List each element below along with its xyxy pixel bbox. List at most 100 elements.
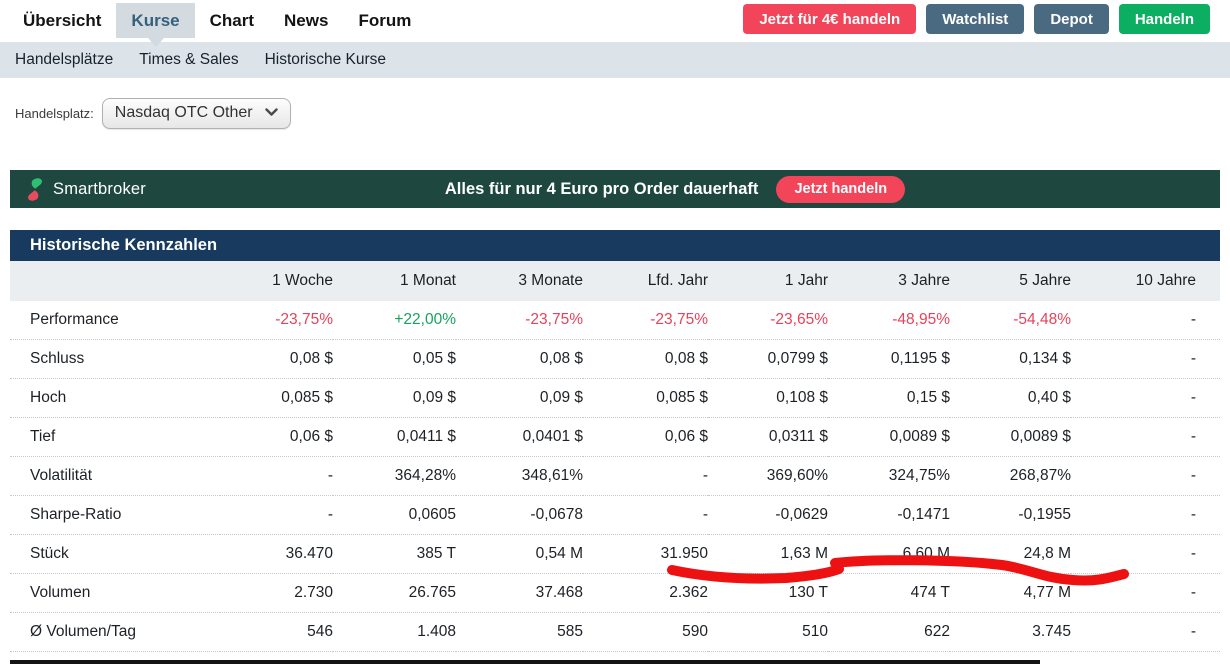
value-cell: 0,06 $	[583, 418, 708, 457]
table-header-row: 1 Woche 1 Monat 3 Monate Lfd. Jahr 1 Jah…	[10, 261, 1220, 301]
value-cell: -	[1071, 301, 1220, 340]
panel-title: Historische Kennzahlen	[10, 230, 1220, 261]
value-cell: -54,48%	[950, 301, 1071, 340]
subnav-item-historische-kurse[interactable]: Historische Kurse	[265, 51, 386, 69]
value-cell: -	[1071, 418, 1220, 457]
value-cell: -23,65%	[708, 301, 828, 340]
table-body: Performance-23,75%+22,00%-23,75%-23,75%-…	[10, 301, 1220, 652]
value-cell: 0,085 $	[583, 379, 708, 418]
tab-kurse[interactable]: Kurse	[116, 3, 194, 38]
row-label: Sharpe-Ratio	[10, 496, 220, 535]
trade-now-button[interactable]: Jetzt für 4€ handeln	[743, 4, 916, 34]
row-label: Volumen	[10, 574, 220, 613]
value-cell: 0,08 $	[220, 340, 333, 379]
banner-cta-button[interactable]: Jetzt handeln	[776, 176, 905, 203]
value-cell: -0,1955	[950, 496, 1071, 535]
tab-uebersicht[interactable]: Übersicht	[8, 3, 116, 38]
value-cell: 37.468	[456, 574, 583, 613]
header-cell: 3 Monate	[456, 261, 583, 301]
banner-message: Alles für nur 4 Euro pro Order dauerhaft	[445, 180, 759, 199]
table-row: Ø Volumen/Tag5461.4085855905106223.745-	[10, 613, 1220, 652]
header-cell: Lfd. Jahr	[583, 261, 708, 301]
value-cell: 3.745	[950, 613, 1071, 652]
value-cell: 474 T	[828, 574, 950, 613]
table-row: Sharpe-Ratio-0,0605-0,0678--0,0629-0,147…	[10, 496, 1220, 535]
value-cell: 0,09 $	[333, 379, 456, 418]
value-cell: 268,87%	[950, 457, 1071, 496]
tab-chart[interactable]: Chart	[195, 3, 269, 38]
value-cell: -48,95%	[828, 301, 950, 340]
header-cell: 5 Jahre	[950, 261, 1071, 301]
row-label: Volatilität	[10, 457, 220, 496]
nav-actions: Jetzt für 4€ handeln Watchlist Depot Han…	[743, 0, 1230, 38]
value-cell: +22,00%	[333, 301, 456, 340]
value-cell: 0,15 $	[828, 379, 950, 418]
row-label: Tief	[10, 418, 220, 457]
value-cell: -23,75%	[220, 301, 333, 340]
value-cell: 385 T	[333, 535, 456, 574]
smartbroker-logo-icon	[26, 177, 44, 202]
table-row: Volatilität-364,28%348,61%-369,60%324,75…	[10, 457, 1220, 496]
handeln-button[interactable]: Handeln	[1119, 4, 1210, 34]
value-cell: 622	[828, 613, 950, 652]
key-figures-table: 1 Woche 1 Monat 3 Monate Lfd. Jahr 1 Jah…	[10, 261, 1220, 652]
banner-message-group: Alles für nur 4 Euro pro Order dauerhaft…	[146, 176, 1204, 203]
header-cell: 10 Jahre	[1071, 261, 1220, 301]
value-cell: 0,09 $	[456, 379, 583, 418]
header-cell	[10, 261, 220, 301]
row-label: Performance	[10, 301, 220, 340]
value-cell: 0,0089 $	[950, 418, 1071, 457]
value-cell: 0,0605	[333, 496, 456, 535]
value-cell: 6,60 M	[828, 535, 950, 574]
value-cell: 510	[708, 613, 828, 652]
table-row: Schluss0,08 $0,05 $0,08 $0,08 $0,0799 $0…	[10, 340, 1220, 379]
value-cell: -23,75%	[456, 301, 583, 340]
value-cell: 2.362	[583, 574, 708, 613]
chevron-down-icon	[265, 108, 278, 117]
value-cell: 0,134 $	[950, 340, 1071, 379]
value-cell: -	[583, 496, 708, 535]
depot-button[interactable]: Depot	[1034, 4, 1109, 34]
value-cell: -	[1071, 457, 1220, 496]
value-cell: 1,63 M	[708, 535, 828, 574]
row-label: Stück	[10, 535, 220, 574]
value-cell: 369,60%	[708, 457, 828, 496]
value-cell: 0,05 $	[333, 340, 456, 379]
tab-forum[interactable]: Forum	[343, 3, 426, 38]
value-cell: 2.730	[220, 574, 333, 613]
value-cell: 0,40 $	[950, 379, 1071, 418]
smartbroker-brand-name: Smartbroker	[53, 180, 146, 199]
market-select-row: Handelsplatz: Nasdaq OTC Other	[15, 96, 1230, 130]
value-cell: -	[1071, 574, 1220, 613]
table-row: Stück36.470385 T0,54 M31.9501,63 M6,60 M…	[10, 535, 1220, 574]
value-cell: 0,0311 $	[708, 418, 828, 457]
value-cell: 0,0089 $	[828, 418, 950, 457]
value-cell: 0,06 $	[220, 418, 333, 457]
market-select[interactable]: Nasdaq OTC Other	[102, 98, 291, 129]
value-cell: 348,61%	[456, 457, 583, 496]
value-cell: 585	[456, 613, 583, 652]
value-cell: -	[583, 457, 708, 496]
row-label: Ø Volumen/Tag	[10, 613, 220, 652]
value-cell: 0,08 $	[456, 340, 583, 379]
value-cell: -	[220, 496, 333, 535]
header-cell: 1 Monat	[333, 261, 456, 301]
value-cell: -0,1471	[828, 496, 950, 535]
watchlist-button[interactable]: Watchlist	[926, 4, 1024, 34]
value-cell: 0,1195 $	[828, 340, 950, 379]
table-row: Performance-23,75%+22,00%-23,75%-23,75%-…	[10, 301, 1220, 340]
value-cell: 31.950	[583, 535, 708, 574]
value-cell: -	[220, 457, 333, 496]
subnav-item-handelsplaetze[interactable]: Handelsplätze	[15, 51, 113, 69]
value-cell: 0,0799 $	[708, 340, 828, 379]
value-cell: 1.408	[333, 613, 456, 652]
value-cell: 0,108 $	[708, 379, 828, 418]
tab-news[interactable]: News	[269, 3, 343, 38]
value-cell: 324,75%	[828, 457, 950, 496]
value-cell: 364,28%	[333, 457, 456, 496]
table-row: Tief0,06 $0,0411 $0,0401 $0,06 $0,0311 $…	[10, 418, 1220, 457]
key-figures-panel: Historische Kennzahlen 1 Woche 1 Monat 3…	[10, 230, 1220, 652]
value-cell: 0,0401 $	[456, 418, 583, 457]
row-label: Hoch	[10, 379, 220, 418]
value-cell: 0,54 M	[456, 535, 583, 574]
